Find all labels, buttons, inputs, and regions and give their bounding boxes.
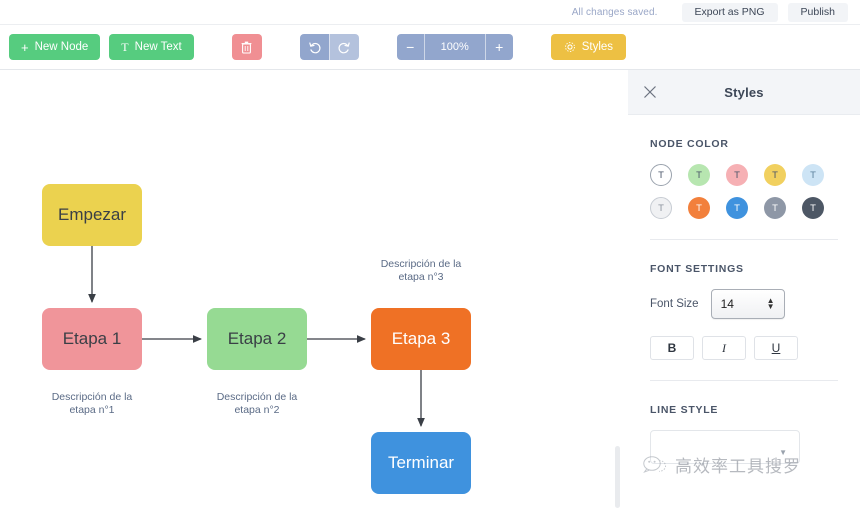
- new-node-label: New Node: [34, 41, 89, 53]
- export-as-png-button[interactable]: Export as PNG: [681, 2, 778, 22]
- flow-node-etapa1[interactable]: Etapa 1: [42, 308, 142, 370]
- font-settings-section-title: FONT SETTINGS: [650, 263, 744, 275]
- top-header-bar: All changes saved. Export as PNG Publish: [0, 0, 860, 25]
- new-text-button[interactable]: T New Text: [109, 34, 194, 60]
- text-icon: T: [121, 40, 129, 54]
- zoom-level-display[interactable]: 100%: [423, 34, 485, 60]
- styles-label: Styles: [581, 41, 614, 53]
- flow-node-label: Etapa 2: [227, 329, 287, 348]
- zoom-out-button[interactable]: −: [396, 34, 424, 60]
- flowchart-canvas[interactable]: Empezar Etapa 1 Etapa 2 Etapa 3 Terminar Desc…: [0, 70, 616, 510]
- underline-button[interactable]: U: [754, 336, 798, 360]
- styles-button[interactable]: Styles: [550, 34, 627, 60]
- flow-node-description-etapa2[interactable]: Descripción de la etapa n°2: [207, 391, 307, 417]
- new-text-label: New Text: [134, 41, 182, 53]
- styles-panel-header: Styles: [628, 70, 860, 115]
- flow-node-etapa2[interactable]: Etapa 2: [207, 308, 307, 370]
- flow-node-terminar[interactable]: Terminar: [371, 432, 471, 494]
- flow-node-label: Etapa 1: [62, 329, 122, 348]
- canvas-area[interactable]: Empezar Etapa 1 Etapa 2 Etapa 3 Terminar Desc…: [0, 70, 629, 510]
- bold-button[interactable]: B: [650, 336, 694, 360]
- node-color-swatch-row-1: TTTTT: [650, 164, 838, 186]
- flow-node-label: Etapa 3: [391, 329, 451, 348]
- line-style-dropdown[interactable]: ▼: [650, 430, 800, 464]
- node-color-section-title: NODE COLOR: [650, 138, 729, 150]
- styles-panel-title: Styles: [724, 84, 764, 100]
- node-color-swatch-light-gray[interactable]: T: [650, 197, 672, 219]
- zoom-in-button[interactable]: +: [484, 34, 513, 60]
- flow-node-empezar[interactable]: Empezar: [42, 184, 142, 246]
- save-status-text: All changes saved.: [571, 6, 658, 18]
- line-style-section-title: LINE STYLE: [650, 404, 719, 416]
- publish-button[interactable]: Publish: [787, 2, 848, 22]
- node-color-swatch-blue[interactable]: T: [726, 197, 748, 219]
- flow-node-description-etapa1[interactable]: Descripción de la etapa n°1: [42, 391, 142, 417]
- font-size-stepper[interactable]: 14 ▲ ▼: [710, 289, 785, 319]
- panel-divider: [650, 380, 838, 381]
- font-size-label: Font Size: [650, 298, 699, 310]
- trash-icon: [241, 41, 252, 54]
- stepper-arrows-icon[interactable]: ▲ ▼: [766, 297, 775, 311]
- undo-redo-group: [299, 34, 359, 60]
- styles-panel-body: NODE COLOR TTTTT TTTTT FONT SETTINGS Fon…: [628, 138, 860, 464]
- undo-icon: [308, 41, 321, 53]
- node-color-swatch-pink[interactable]: T: [726, 164, 748, 186]
- gear-icon: [564, 42, 575, 52]
- styles-panel: Styles NODE COLOR TTTTT TTTTT FONT SETTI…: [628, 70, 860, 510]
- font-size-row: Font Size 14 ▲ ▼: [650, 289, 838, 319]
- canvas-vertical-scrollbar[interactable]: [615, 446, 620, 508]
- node-color-swatch-light-green[interactable]: T: [688, 164, 710, 186]
- node-color-swatch-row-2: TTTTT: [650, 197, 838, 219]
- redo-icon: [338, 41, 350, 53]
- flowchart-editor-app: All changes saved. Export as PNG Publish…: [0, 0, 860, 510]
- plus-icon: +: [21, 39, 29, 55]
- italic-button[interactable]: I: [702, 336, 746, 360]
- node-color-swatch-yellow[interactable]: T: [764, 164, 786, 186]
- delete-button[interactable]: [231, 34, 262, 60]
- zoom-control-group: − 100% +: [396, 34, 513, 60]
- flow-node-description-etapa3[interactable]: Descripción de la etapa n°3: [371, 258, 471, 284]
- flow-node-label: Terminar: [387, 453, 455, 472]
- font-size-value: 14: [720, 297, 734, 311]
- flow-node-etapa3[interactable]: Etapa 3: [371, 308, 471, 370]
- node-color-swatch-orange[interactable]: T: [688, 197, 710, 219]
- node-color-swatch-gray[interactable]: T: [764, 197, 786, 219]
- node-color-swatch-dark-slate[interactable]: T: [802, 197, 824, 219]
- text-format-row: B I U: [650, 336, 838, 360]
- chevron-down-icon: ▼: [766, 302, 775, 311]
- close-icon[interactable]: [642, 84, 658, 100]
- panel-divider: [650, 239, 838, 240]
- edge-layer: [88, 246, 425, 428]
- new-node-button[interactable]: + New Node: [9, 34, 101, 60]
- redo-button[interactable]: [328, 34, 359, 60]
- chevron-down-icon: ▼: [779, 448, 787, 457]
- editor-toolbar: + New Node T New Text − 100% + Styles: [0, 25, 860, 70]
- node-color-swatch-light-blue[interactable]: T: [802, 164, 824, 186]
- undo-button[interactable]: [299, 34, 329, 60]
- node-color-swatch-white[interactable]: T: [650, 164, 672, 186]
- flow-node-label: Empezar: [57, 205, 127, 224]
